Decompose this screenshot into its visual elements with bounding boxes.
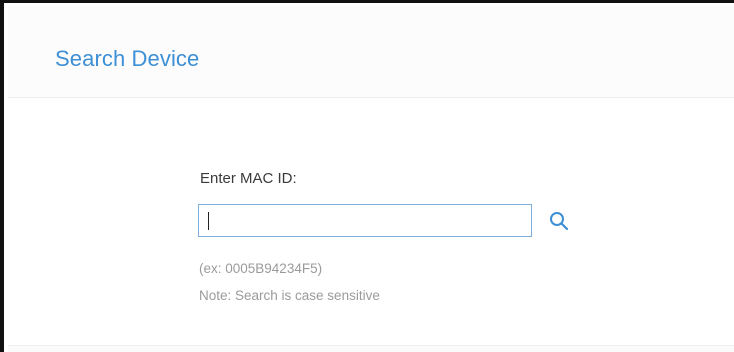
- mac-id-label: Enter MAC ID:: [200, 170, 297, 187]
- mac-example-text: (ex: 0005B94234F5): [199, 261, 323, 276]
- page-title: Search Device: [55, 46, 200, 71]
- search-icon: [550, 212, 569, 231]
- mac-id-input[interactable]: [198, 204, 532, 237]
- search-button[interactable]: [548, 210, 570, 232]
- search-panel: Enter MAC ID: (ex: 0005B94234F5) Note: S…: [8, 98, 734, 346]
- text-caret: [208, 212, 209, 230]
- page-frame: Search Device Enter MAC ID: (ex: 0005B94…: [0, 0, 734, 352]
- case-sensitive-note: Note: Search is case sensitive: [199, 288, 380, 303]
- page-header: Search Device: [8, 6, 734, 98]
- bottom-divider: [8, 345, 734, 352]
